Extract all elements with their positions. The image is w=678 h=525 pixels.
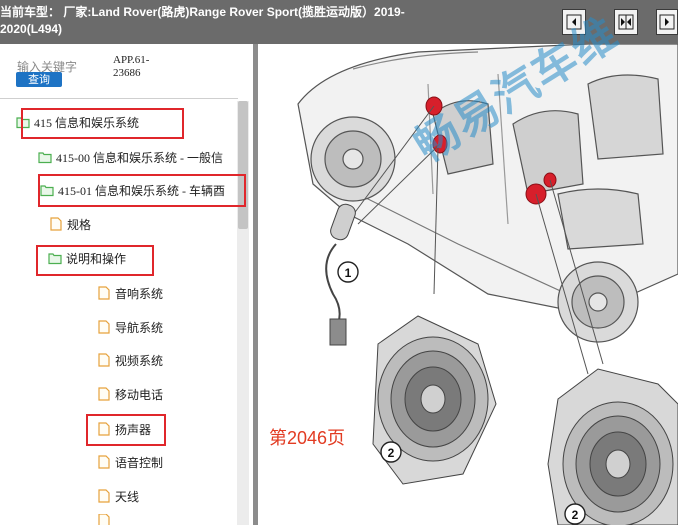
highlight-box <box>38 174 246 207</box>
current-model-title: 当前车型： 厂家:Land Rover(路虎)Range Rover Sport… <box>0 5 405 36</box>
tree-item-415-00[interactable]: 415-00 信息和娱乐系统 - 一般信 <box>38 147 223 167</box>
page-number: 第2046页 <box>269 428 346 448</box>
tree-item-label: 移动电话 <box>115 387 164 402</box>
document-icon <box>98 514 110 525</box>
tree-item-audio-system[interactable]: 音响系统 <box>97 283 163 303</box>
tree-item-label: 视频系统 <box>115 353 164 368</box>
tree-item-voice-control[interactable]: 语音控制 <box>97 452 163 472</box>
folder-open-icon <box>38 152 52 164</box>
tree-item-antenna[interactable]: 天线 <box>97 486 139 506</box>
two-page-icon <box>618 14 634 30</box>
tree-item-label: 音响系统 <box>115 286 164 301</box>
highlight-box <box>21 108 184 139</box>
tree-item-label: 规格 <box>67 217 92 232</box>
door-speaker-illustration <box>547 368 678 525</box>
document-icon <box>98 353 110 367</box>
callout-label: 2 <box>388 446 395 460</box>
callout-2: 2 <box>380 441 402 463</box>
app-code-line-2: 23686 <box>113 67 141 79</box>
callout-2-secondary: 2 <box>564 503 586 525</box>
tree-item-label: 415-00 信息和娱乐系统 - 一般信 <box>56 150 223 165</box>
tree-item-specifications[interactable]: 规格 <box>49 214 91 234</box>
document-icon <box>98 320 110 334</box>
document-icon <box>50 217 62 231</box>
highlight-box <box>36 245 154 276</box>
app-code: APP.61- 23686 <box>113 54 149 80</box>
divider <box>0 98 238 99</box>
callout-1: 1 <box>337 261 359 283</box>
tree-item-label: 天线 <box>115 489 140 504</box>
callout-label: 2 <box>572 508 579 522</box>
document-icon <box>98 455 110 469</box>
document-icon <box>98 286 110 300</box>
tree-item-partial[interactable] <box>97 514 115 525</box>
fit-page-icon <box>659 14 675 30</box>
tree-item-mobile-phone[interactable]: 移动电话 <box>97 384 163 404</box>
scrollbar-thumb[interactable] <box>238 101 248 229</box>
tree-item-video-system[interactable]: 视频系统 <box>97 350 163 370</box>
highlight-box <box>86 414 166 446</box>
fit-page-button[interactable] <box>656 9 678 35</box>
tree-item-navigation-system[interactable]: 导航系统 <box>97 317 163 337</box>
tree-item-label: 导航系统 <box>115 320 164 335</box>
app-code-line-1: APP.61- <box>113 54 150 66</box>
search-button[interactable]: 查询 <box>16 72 62 87</box>
tree-item-label: 语音控制 <box>115 455 164 470</box>
callout-label: 1 <box>345 266 352 280</box>
document-icon <box>98 489 110 503</box>
two-page-view-button[interactable] <box>614 9 638 35</box>
document-icon <box>98 387 110 401</box>
